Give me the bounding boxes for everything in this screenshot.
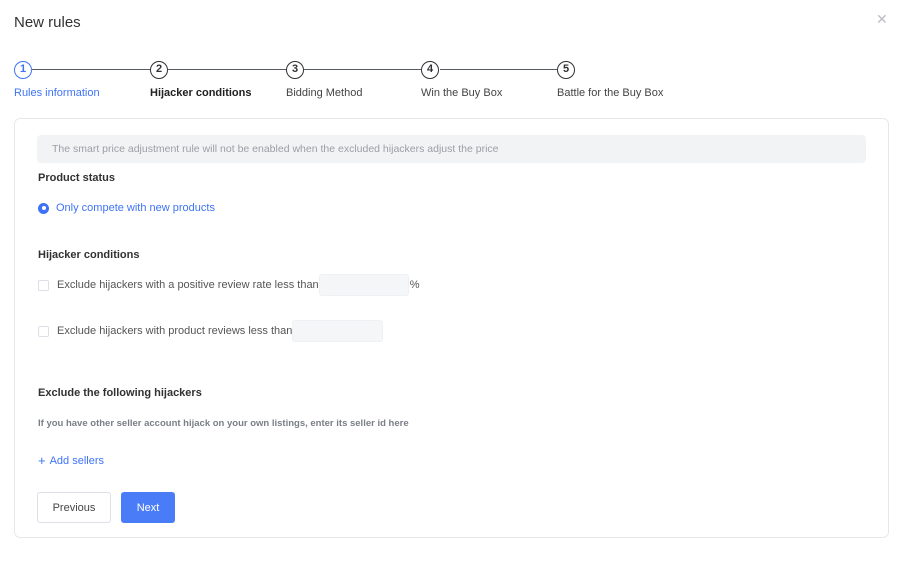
review-count-row: Exclude hijackers with product reviews l… [38, 320, 384, 342]
review-count-label: Exclude hijackers with product reviews l… [57, 325, 293, 337]
exclude-hint-text: If you have other seller account hijack … [38, 418, 409, 429]
step-connector [304, 69, 422, 70]
add-sellers-label[interactable]: Add sellers [50, 455, 104, 467]
new-products-radio-option[interactable]: Only compete with new products [38, 202, 215, 214]
step-1-label[interactable]: Rules information [14, 87, 100, 99]
step-4-label[interactable]: Win the Buy Box [421, 87, 502, 99]
step-4-circle[interactable]: 4 [421, 61, 439, 79]
review-count-checkbox[interactable] [38, 325, 49, 337]
step-5-label[interactable]: Battle for the Buy Box [557, 87, 663, 99]
new-products-radio-label[interactable]: Only compete with new products [56, 202, 215, 214]
radio-selected-icon[interactable] [38, 202, 49, 214]
next-button[interactable]: Next [121, 492, 175, 523]
step-1-circle[interactable]: 1 [14, 61, 32, 79]
step-2-circle[interactable]: 2 [150, 61, 168, 79]
plus-icon[interactable]: + [38, 454, 46, 467]
step-3-label[interactable]: Bidding Method [286, 87, 362, 99]
review-rate-input[interactable] [318, 274, 409, 296]
review-count-input[interactable] [292, 320, 384, 342]
review-rate-label: Exclude hijackers with a positive review… [57, 279, 319, 291]
notice-banner: The smart price adjustment rule will not… [37, 135, 866, 163]
add-sellers-link[interactable]: + Add sellers [38, 454, 104, 467]
percent-unit: % [409, 279, 420, 291]
review-rate-checkbox[interactable] [38, 279, 49, 291]
step-connector [32, 69, 151, 70]
step-5-circle[interactable]: 5 [557, 61, 575, 79]
step-connector [440, 69, 558, 70]
exclude-hijackers-title: Exclude the following hijackers [38, 387, 202, 399]
previous-button[interactable]: Previous [37, 492, 111, 523]
review-rate-row: Exclude hijackers with a positive review… [38, 274, 419, 296]
product-status-title: Product status [38, 172, 116, 184]
hijacker-conditions-title: Hijacker conditions [38, 249, 140, 261]
step-2-label[interactable]: Hijacker conditions [150, 87, 251, 99]
step-3-circle[interactable]: 3 [286, 61, 304, 79]
steps-bar: 1 2 3 4 5 Rules information Hijacker con… [0, 0, 900, 110]
step-connector [168, 69, 287, 70]
